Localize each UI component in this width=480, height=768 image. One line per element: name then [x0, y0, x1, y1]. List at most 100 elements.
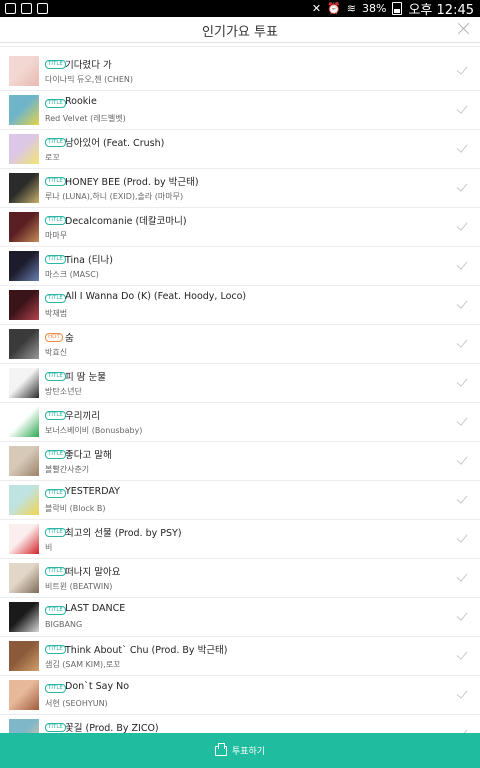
artist-name: Red Velvet (레드벨벳) [45, 114, 126, 123]
song-row[interactable]: TITLE 기다렸다 가 다이나믹 듀오,첸 (CHEN) [0, 52, 480, 91]
album-thumb [9, 602, 39, 632]
song-row[interactable]: TITLE 남아있어 (Feat. Crush) 로꼬 [0, 130, 480, 169]
song-row[interactable]: TITLE Rookie Red Velvet (레드벨벳) [0, 91, 480, 130]
vote-song-list: TITLE 기다렸다 가 다이나믹 듀오,첸 (CHEN) TITLE Rookie Re… [0, 43, 480, 733]
checkmark-icon[interactable] [455, 493, 468, 503]
song-tag-badge: TITLE [45, 489, 66, 498]
checkmark-icon[interactable] [455, 610, 468, 620]
album-thumb [9, 563, 39, 593]
song-tag-badge: HOT [45, 333, 63, 342]
artist-name: 방탄소년단 [45, 387, 82, 396]
checkmark-icon[interactable] [455, 142, 468, 152]
list-item-partial [0, 43, 480, 47]
song-title: HONEY BEE (Prod. by 박근태) [65, 177, 199, 188]
checkmark-icon[interactable] [455, 415, 468, 425]
checkmark-icon[interactable] [455, 181, 468, 191]
song-tag-badge: TITLE [45, 255, 66, 264]
header: 인기가요 투표 [0, 17, 480, 43]
album-thumb [9, 485, 39, 515]
song-row[interactable]: TITLE YESTERDAY 블락비 (Block B) [0, 481, 480, 520]
album-thumb [9, 212, 39, 242]
song-row[interactable]: TITLE HONEY BEE (Prod. by 박근태) 루나 (LUNA),하… [0, 169, 480, 208]
artist-name: 박효신 [45, 348, 68, 357]
song-row[interactable]: TITLE 좋다고 말해 볼빨간사춘기 [0, 442, 480, 481]
notification-icon [5, 3, 16, 14]
album-thumb [9, 95, 39, 125]
song-row[interactable]: TITLE 꽃길 (Prod. By ZICO) [0, 715, 480, 733]
checkmark-icon[interactable] [455, 454, 468, 464]
checkmark-icon[interactable] [455, 220, 468, 230]
checkmark-icon[interactable] [455, 64, 468, 74]
song-title: 떠나지 말아요 [65, 567, 121, 578]
song-title: Tina (티나) [65, 255, 113, 266]
song-title: LAST DANCE [65, 603, 126, 614]
album-thumb [9, 251, 39, 281]
close-icon[interactable] [456, 20, 472, 36]
artist-name: 보너스베이비 (Bonusbaby) [45, 426, 143, 435]
artist-name: 박재범 [45, 309, 68, 318]
bag-icon [37, 3, 48, 14]
song-tag-badge: TITLE [45, 645, 66, 654]
song-title: 기다렸다 가 [65, 60, 112, 71]
song-tag-badge: TITLE [45, 411, 66, 420]
album-thumb [9, 290, 39, 320]
artist-name: 샘김 (SAM KIM),로꼬 [45, 660, 121, 669]
song-title: 피 땀 눈물 [65, 372, 106, 383]
artist-name: 볼빨간사춘기 [45, 465, 90, 474]
song-row[interactable]: TITLE 떠나지 말아요 비트윈 (BEATWIN) [0, 559, 480, 598]
checkmark-icon[interactable] [455, 376, 468, 386]
song-row[interactable]: TITLE Think About` Chu (Prod. By 박근태) 샘김 (… [0, 637, 480, 676]
song-row[interactable]: TITLE Tina (티나) 마스크 (MASC) [0, 247, 480, 286]
song-row[interactable]: TITLE 피 땀 눈물 방탄소년단 [0, 364, 480, 403]
vote-button-label: 투표하기 [231, 747, 266, 757]
checkmark-icon[interactable] [455, 649, 468, 659]
checkmark-icon[interactable] [455, 259, 468, 269]
song-title: 최고의 선물 (Prod. by PSY) [65, 528, 182, 539]
checkmark-icon[interactable] [455, 298, 468, 308]
song-title: 숨 [65, 333, 74, 344]
page-title: 인기가요 투표 [202, 25, 278, 40]
album-thumb [9, 56, 39, 86]
song-tag-badge: TITLE [45, 723, 66, 732]
album-thumb [9, 173, 39, 203]
song-tag-badge: TITLE [45, 60, 66, 69]
song-row[interactable]: TITLE Decalcomanie (데칼코마니) 마마무 [0, 208, 480, 247]
song-tag-badge: TITLE [45, 684, 66, 693]
checkmark-icon[interactable] [455, 571, 468, 581]
artist-name: 마마무 [45, 231, 68, 240]
song-title: Decalcomanie (데칼코마니) [65, 216, 187, 227]
ballot-icon [214, 742, 227, 756]
song-tag-badge: TITLE [45, 177, 66, 186]
song-title: 남아있어 (Feat. Crush) [65, 138, 165, 149]
song-tag-badge: TITLE [45, 99, 66, 108]
song-tag-badge: TITLE [45, 294, 66, 303]
checkmark-icon[interactable] [455, 532, 468, 542]
artist-name: 블락비 (Block B) [45, 504, 106, 513]
album-thumb [9, 407, 39, 437]
song-row[interactable]: TITLE LAST DANCE BIGBANG [0, 598, 480, 637]
album-thumb [9, 524, 39, 554]
song-title: 꽃길 (Prod. By ZICO) [65, 723, 159, 733]
song-row[interactable]: HOT 숨박효신 [0, 325, 480, 364]
song-row[interactable]: TITLE 최고의 선물 (Prod. by PSY) 비 [0, 520, 480, 559]
checkmark-icon[interactable] [455, 337, 468, 347]
mute-icon: ✕ [311, 2, 322, 15]
checkmark-icon[interactable] [455, 688, 468, 698]
album-thumb [9, 134, 39, 164]
battery-percent: 38% [362, 2, 387, 15]
song-title: Don`t Say No [65, 681, 130, 692]
album-thumb [9, 641, 39, 671]
artist-name: 비트윈 (BEATWIN) [45, 582, 113, 591]
vote-button[interactable]: 투표하기 [0, 733, 480, 768]
song-tag-badge: TITLE [45, 138, 66, 147]
song-tag-badge: TITLE [45, 528, 66, 537]
song-title: YESTERDAY [65, 486, 120, 497]
song-row[interactable]: TITLE All I Wanna Do (K) (Feat. Hoody, Lo… [0, 286, 480, 325]
song-row[interactable]: TITLE Don`t Say No 서현 (SEOHYUN) [0, 676, 480, 715]
checkmark-icon[interactable] [455, 103, 468, 113]
album-thumb [9, 680, 39, 710]
song-row[interactable]: TITLE 우리끼리 보너스베이비 (Bonusbaby) [0, 403, 480, 442]
battery-icon [392, 2, 403, 15]
album-thumb [9, 719, 39, 733]
artist-name: 로꼬 [45, 153, 60, 162]
